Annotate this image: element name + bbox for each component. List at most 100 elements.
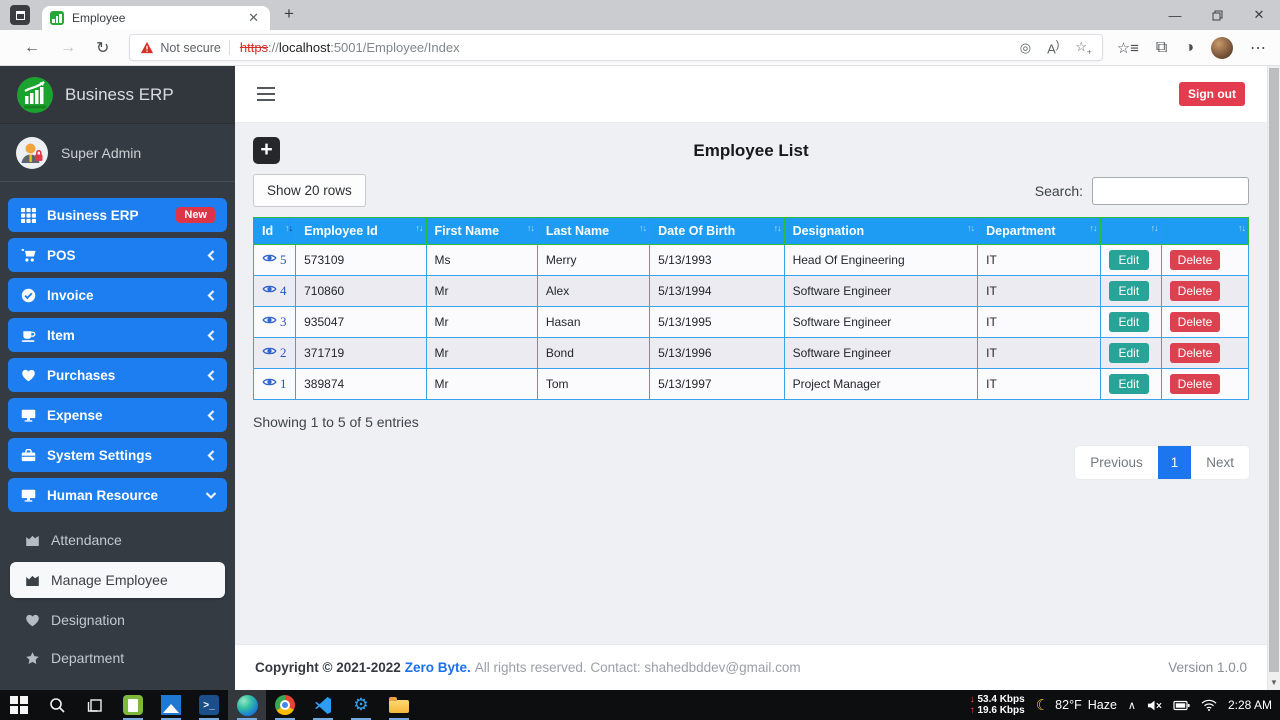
favorite-star-icon[interactable]: ☆+ <box>1075 39 1091 57</box>
sidebar-subitem-manage-employee[interactable]: Manage Employee <box>10 562 225 598</box>
read-aloud-icon[interactable]: A) <box>1047 39 1059 56</box>
column-header-last-name[interactable]: Last Name ↑↓ <box>536 217 651 245</box>
delete-button[interactable]: Delete <box>1169 343 1221 363</box>
add-employee-button[interactable]: + <box>253 137 280 164</box>
chevron-left-icon <box>207 409 215 421</box>
weather-widget[interactable]: ☾ 82°F Haze <box>1036 696 1117 714</box>
window-restore-button[interactable] <box>1196 0 1238 30</box>
edit-button[interactable]: Edit <box>1108 312 1150 332</box>
column-header-actions-7[interactable]: ↑↓ <box>1099 217 1162 245</box>
sidebar-submenu: Attendance Manage Employee Designation Depa… <box>0 518 235 680</box>
pagination: Previous 1 Next <box>1075 446 1249 479</box>
column-header-department[interactable]: Department ↑↓ <box>977 217 1101 245</box>
page-scrollbar[interactable]: ▼ <box>1267 66 1280 690</box>
sidebar-item-pos[interactable]: POS <box>8 238 227 272</box>
scrollbar-thumb[interactable] <box>1269 68 1279 672</box>
sidebar-item-purchases[interactable]: Purchases <box>8 358 227 392</box>
cell-dob: 5/13/1993 <box>649 244 785 276</box>
clock[interactable]: 2:28 AM <box>1228 698 1272 712</box>
edit-button[interactable]: Edit <box>1108 250 1150 270</box>
sidebar-item-invoice[interactable]: Invoice <box>8 278 227 312</box>
sidebar-item-human-resource[interactable]: Human Resource <box>8 478 227 512</box>
sidebar-subitem-attendance[interactable]: Attendance <box>10 524 225 556</box>
wifi-icon[interactable] <box>1201 699 1217 711</box>
browser-tab[interactable]: Employee ✕ <box>42 6 270 30</box>
pagination-previous[interactable]: Previous <box>1075 446 1158 479</box>
chrome-browser-icon[interactable] <box>266 690 304 720</box>
tab-close-icon[interactable]: ✕ <box>245 10 262 26</box>
forward-icon[interactable]: → <box>60 39 76 57</box>
delete-button[interactable]: Delete <box>1169 281 1221 301</box>
notepadpp-icon[interactable] <box>114 690 152 720</box>
column-header-first-name[interactable]: First Name ↑↓ <box>425 217 538 245</box>
sort-icons: ↑↓ <box>967 223 975 233</box>
delete-button[interactable]: Delete <box>1169 374 1221 394</box>
view-employee-link[interactable]: 4 <box>262 282 287 300</box>
show-rows-button[interactable]: Show 20 rows <box>253 174 366 207</box>
cell-dob: 5/13/1997 <box>649 368 785 400</box>
battery-icon[interactable] <box>1173 700 1190 711</box>
sidebar-item-item[interactable]: Item <box>8 318 227 352</box>
sort-icons: ↑↓ <box>285 223 293 233</box>
scrollbar-down-arrow[interactable]: ▼ <box>1268 678 1280 687</box>
cell-department: IT <box>977 337 1101 369</box>
pagination-next[interactable]: Next <box>1191 446 1249 479</box>
web-capture-icon[interactable]: ◑ <box>1184 39 1194 57</box>
sidebar-item-expense[interactable]: Expense <box>8 398 227 432</box>
edit-button[interactable]: Edit <box>1108 374 1150 394</box>
delete-button[interactable]: Delete <box>1169 312 1221 332</box>
view-employee-link[interactable]: 5 <box>262 251 287 269</box>
grid-icon <box>20 207 36 223</box>
view-employee-link[interactable]: 1 <box>262 375 287 393</box>
edge-browser-icon[interactable] <box>228 690 266 720</box>
taskbar-search-icon[interactable] <box>38 690 76 720</box>
new-tab-button[interactable]: + <box>284 4 294 24</box>
sidebar-subitem-designation[interactable]: Designation <box>10 604 225 636</box>
sidebar-item-system-settings[interactable]: System Settings <box>8 438 227 472</box>
send-to-devices-icon[interactable]: ◎ <box>1020 40 1031 56</box>
chevron-left-icon <box>207 329 215 341</box>
column-header-date-of-birth[interactable]: Date Of Birth ↑↓ <box>649 217 785 245</box>
vertical-tabs-icon[interactable] <box>10 5 30 25</box>
eye-icon <box>262 313 277 331</box>
window-minimize-button[interactable]: — <box>1154 0 1196 30</box>
address-bar[interactable]: Not secure https://localhost:5001/Employ… <box>129 34 1103 61</box>
delete-button[interactable]: Delete <box>1169 250 1221 270</box>
admin-tool-icon[interactable]: ⚙ <box>342 690 380 720</box>
settings-dots-icon[interactable]: ⋯ <box>1250 38 1266 58</box>
edit-button[interactable]: Edit <box>1108 343 1150 363</box>
task-view-icon[interactable] <box>76 690 114 720</box>
sign-out-button[interactable]: Sign out <box>1179 82 1245 106</box>
back-icon[interactable]: ← <box>24 39 40 57</box>
column-header-actions-8[interactable]: ↑↓ <box>1160 217 1250 245</box>
view-employee-link[interactable]: 2 <box>262 344 287 362</box>
photos-app-icon[interactable] <box>152 690 190 720</box>
start-button-icon[interactable] <box>0 690 38 720</box>
edit-button[interactable]: Edit <box>1108 281 1150 301</box>
vscode-icon[interactable] <box>304 690 342 720</box>
view-employee-link[interactable]: 3 <box>262 313 287 331</box>
column-header-id[interactable]: Id ↑↓ <box>252 217 297 245</box>
column-header-designation[interactable]: Designation ↑↓ <box>783 217 979 245</box>
profile-avatar[interactable] <box>1211 36 1233 59</box>
refresh-icon[interactable]: ↻ <box>96 38 109 58</box>
hamburger-menu-icon[interactable] <box>257 86 275 102</box>
file-explorer-icon[interactable] <box>380 690 418 720</box>
tray-expand-icon[interactable]: ∧ <box>1128 699 1136 712</box>
collections-icon[interactable]: ⧉ <box>1156 39 1167 57</box>
volume-muted-icon[interactable] <box>1147 699 1162 712</box>
powershell-icon[interactable]: >_ <box>190 690 228 720</box>
not-secure-label[interactable]: Not secure <box>160 41 220 55</box>
sidebar-item-business-erp[interactable]: Business ERP New <box>8 198 227 232</box>
search-input[interactable] <box>1092 176 1249 205</box>
cell-employee-id: 935047 <box>295 306 427 338</box>
cell-employee-id: 573109 <box>295 244 427 276</box>
footer-brand-link[interactable]: Zero Byte. <box>405 660 471 675</box>
footer-version: Version 1.0.0 <box>1168 660 1247 675</box>
window-close-button[interactable]: ✕ <box>1238 0 1280 30</box>
sidebar-subitem-department[interactable]: Department <box>10 642 225 674</box>
favorites-bar-icon[interactable]: ☆≡ <box>1117 39 1139 57</box>
cell-first-name: Mr <box>425 275 538 307</box>
column-header-employee-id[interactable]: Employee Id ↑↓ <box>295 217 427 245</box>
pagination-page-1[interactable]: 1 <box>1157 446 1192 479</box>
